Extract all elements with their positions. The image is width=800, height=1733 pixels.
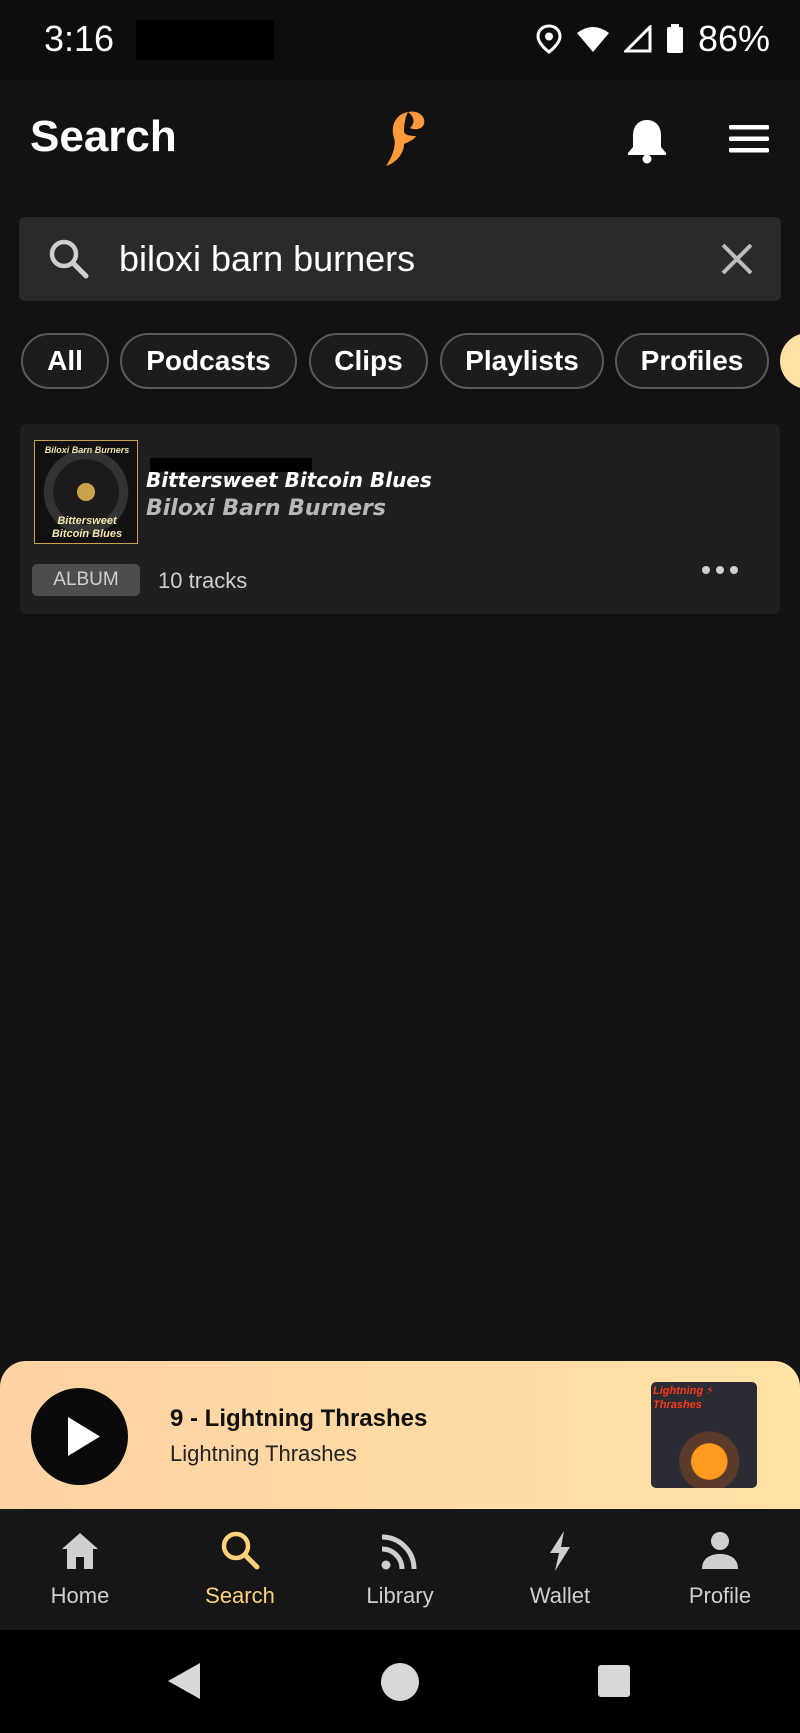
filter-chip-label: Playlists xyxy=(465,345,579,376)
filter-chip-all[interactable]: All xyxy=(21,333,109,389)
home-circle-icon[interactable] xyxy=(379,1661,421,1703)
nav-label: Search xyxy=(205,1583,275,1608)
bell-icon[interactable] xyxy=(624,116,670,164)
now-playing-art-text: Lightning ⚡ Thrashes xyxy=(653,1385,714,1411)
dot xyxy=(730,566,738,574)
nav-label: Library xyxy=(366,1583,434,1608)
now-playing-artist: Lightning Thrashes xyxy=(170,1441,357,1466)
battery-icon xyxy=(666,24,683,53)
status-icons: 86% xyxy=(536,18,770,60)
album-art-text: Bittersweet Bitcoin Blues xyxy=(51,515,123,540)
dot xyxy=(716,566,724,574)
system-nav-bar xyxy=(0,1630,800,1733)
filter-chip-partial[interactable] xyxy=(780,333,800,389)
search-input[interactable] xyxy=(119,231,699,287)
dot xyxy=(702,566,710,574)
back-icon[interactable] xyxy=(164,1660,204,1702)
library-icon xyxy=(381,1534,417,1570)
album-title: Bittersweet Bitcoin Blues xyxy=(146,468,432,492)
now-playing-title: 9 - Lightning Thrashes xyxy=(170,1405,428,1432)
filter-chip-label: Podcasts xyxy=(146,345,271,376)
album-artist: Biloxi Barn Burners xyxy=(146,496,386,521)
album-art: Biloxi Barn Burners Bittersweet Bitcoin … xyxy=(34,440,138,544)
filter-chip-podcasts[interactable]: Podcasts xyxy=(120,333,297,389)
search-result-album[interactable]: Biloxi Barn Burners Bittersweet Bitcoin … xyxy=(20,424,780,614)
now-playing-art[interactable]: Lightning ⚡ Thrashes xyxy=(651,1382,757,1488)
status-time: 3:16 xyxy=(44,18,115,59)
nav-item-profile[interactable]: Profile xyxy=(640,1509,800,1630)
filter-chip-profiles[interactable]: Profiles xyxy=(615,333,769,389)
nav-label: Profile xyxy=(688,1583,752,1608)
play-icon xyxy=(68,1417,100,1456)
search-icon xyxy=(49,239,89,279)
lightning-icon xyxy=(550,1531,570,1571)
wifi-icon xyxy=(576,27,609,52)
nav-item-search[interactable]: Search xyxy=(160,1509,320,1630)
signal-icon xyxy=(623,25,652,53)
bottom-nav: Home Search Library Wallet Profile xyxy=(0,1509,800,1630)
filter-chip-label: Clips xyxy=(334,345,403,376)
redacted-block xyxy=(136,20,274,60)
filter-chip-label: Profiles xyxy=(640,345,744,376)
nav-label: Wallet xyxy=(529,1583,591,1608)
app-header: Search xyxy=(0,80,800,200)
home-icon xyxy=(62,1533,98,1569)
location-icon xyxy=(536,24,562,54)
nav-item-library[interactable]: Library xyxy=(320,1509,480,1630)
status-bar: 3:16 86% xyxy=(0,0,800,80)
filter-chip-label: All xyxy=(47,345,83,376)
track-count: 10 tracks xyxy=(158,568,248,593)
play-button[interactable] xyxy=(31,1388,128,1485)
filter-chips: All Podcasts Clips Playlists Profiles xyxy=(20,333,800,389)
battery-percent: 86% xyxy=(697,18,770,59)
album-art-text: Biloxi Barn Burners xyxy=(44,445,130,455)
profile-icon xyxy=(702,1532,738,1569)
more-options-icon[interactable] xyxy=(690,552,750,588)
page-title: Search xyxy=(30,112,177,161)
nav-item-home[interactable]: Home xyxy=(0,1509,160,1630)
search-icon xyxy=(221,1531,260,1570)
menu-icon[interactable] xyxy=(726,122,772,156)
filter-chip-playlists[interactable]: Playlists xyxy=(440,333,604,389)
fountain-logo-icon[interactable] xyxy=(378,108,428,172)
close-icon[interactable] xyxy=(715,237,759,281)
nav-label: Home xyxy=(50,1583,110,1608)
recents-icon[interactable] xyxy=(596,1663,632,1699)
album-badge: ALBUM xyxy=(32,564,140,596)
filter-chip-clips[interactable]: Clips xyxy=(309,333,428,389)
nav-item-wallet[interactable]: Wallet xyxy=(480,1509,640,1630)
mini-player[interactable]: 9 - Lightning Thrashes Lightning Thrashe… xyxy=(0,1361,800,1509)
search-bar[interactable] xyxy=(19,217,781,301)
